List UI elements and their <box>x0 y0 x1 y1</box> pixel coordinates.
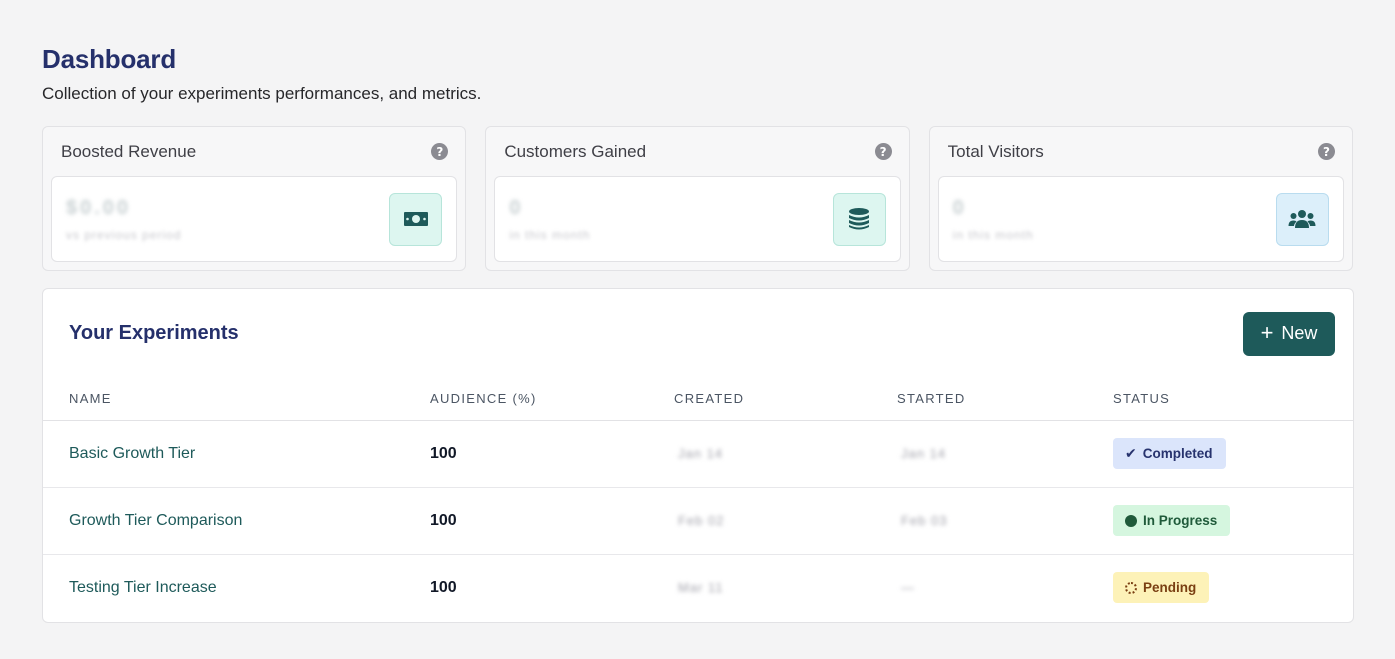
dashboard-page: Dashboard Collection of your experiments… <box>0 0 1395 659</box>
column-header-name: NAME <box>43 378 430 421</box>
stat-value: 0 <box>952 196 967 219</box>
coins-stack-icon <box>832 192 886 246</box>
experiment-name-link[interactable]: Basic Growth Tier <box>69 445 195 462</box>
column-header-audience: AUDIENCE (%) <box>430 378 674 421</box>
help-icon[interactable]: ? <box>1317 143 1335 160</box>
audience-value: 100 <box>430 511 457 529</box>
users-group-icon <box>1275 192 1329 246</box>
experiments-title: Your Experiments <box>69 322 239 344</box>
created-date: Feb 02 <box>678 512 725 528</box>
stats-row: Boosted Revenue ? $0.00 vs previous peri… <box>42 126 1353 271</box>
help-icon[interactable]: ? <box>431 143 449 160</box>
audience-value: 100 <box>430 578 457 596</box>
column-header-status: STATUS <box>1113 378 1353 421</box>
plus-icon: + <box>1260 319 1274 345</box>
experiment-name-link[interactable]: Growth Tier Comparison <box>69 512 242 529</box>
status-badge: In Progress <box>1113 505 1231 536</box>
status-badge: Pending <box>1113 572 1210 604</box>
experiment-name-link[interactable]: Testing Tier Increase <box>69 579 217 596</box>
stat-value: 0 <box>509 196 524 219</box>
status-label: Completed <box>1142 446 1213 461</box>
table-row[interactable]: Basic Growth Tier 100 Jan 14 Jan 14 ✔ Co… <box>43 420 1353 488</box>
started-date: — <box>901 579 915 595</box>
created-date: Mar 11 <box>678 579 724 595</box>
stat-subtext: in this month <box>509 227 591 242</box>
page-subtitle: Collection of your experiments performan… <box>42 84 482 103</box>
stat-value: $0.00 <box>66 196 132 219</box>
money-bill-icon <box>389 192 443 246</box>
column-header-started: STARTED <box>897 378 1113 421</box>
stat-title: Boosted Revenue <box>61 141 197 161</box>
table-row[interactable]: Growth Tier Comparison 100 Feb 02 Feb 03… <box>43 487 1353 555</box>
stat-subtext: in this month <box>952 227 1034 242</box>
table-header-row: NAME AUDIENCE (%) CREATED STARTED STATUS <box>43 378 1353 421</box>
check-icon: ✔ <box>1125 445 1137 462</box>
help-icon[interactable]: ? <box>874 143 892 160</box>
stat-card-boosted-revenue: Boosted Revenue ? $0.00 vs previous peri… <box>42 126 467 271</box>
created-date: Jan 14 <box>678 445 724 461</box>
audience-value: 100 <box>430 444 457 462</box>
stat-title: Total Visitors <box>947 141 1044 161</box>
started-date: Feb 03 <box>901 512 948 528</box>
status-badge: ✔ Completed <box>1113 438 1226 469</box>
stat-subtext: vs previous period <box>66 227 182 242</box>
started-date: Jan 14 <box>901 445 947 461</box>
stat-card-customers-gained: Customers Gained ? 0 in this month <box>485 126 910 271</box>
column-header-created: CREATED <box>674 378 897 421</box>
experiments-card: Your Experiments + New NAME AUDIENCE (%)… <box>42 288 1354 623</box>
page-title: Dashboard <box>42 44 177 74</box>
stat-card-total-visitors: Total Visitors ? 0 in this month <box>928 126 1353 271</box>
spinner-icon <box>1125 581 1137 594</box>
dot-icon <box>1125 514 1137 527</box>
status-label: Pending <box>1143 580 1197 596</box>
new-experiment-button[interactable]: + New <box>1243 311 1335 356</box>
status-label: In Progress <box>1143 513 1218 528</box>
table-row[interactable]: Testing Tier Increase 100 Mar 11 — Pendi… <box>43 554 1353 621</box>
stat-title: Customers Gained <box>504 141 647 161</box>
new-button-label: New <box>1281 323 1318 343</box>
experiments-table: NAME AUDIENCE (%) CREATED STARTED STATUS… <box>43 378 1353 621</box>
